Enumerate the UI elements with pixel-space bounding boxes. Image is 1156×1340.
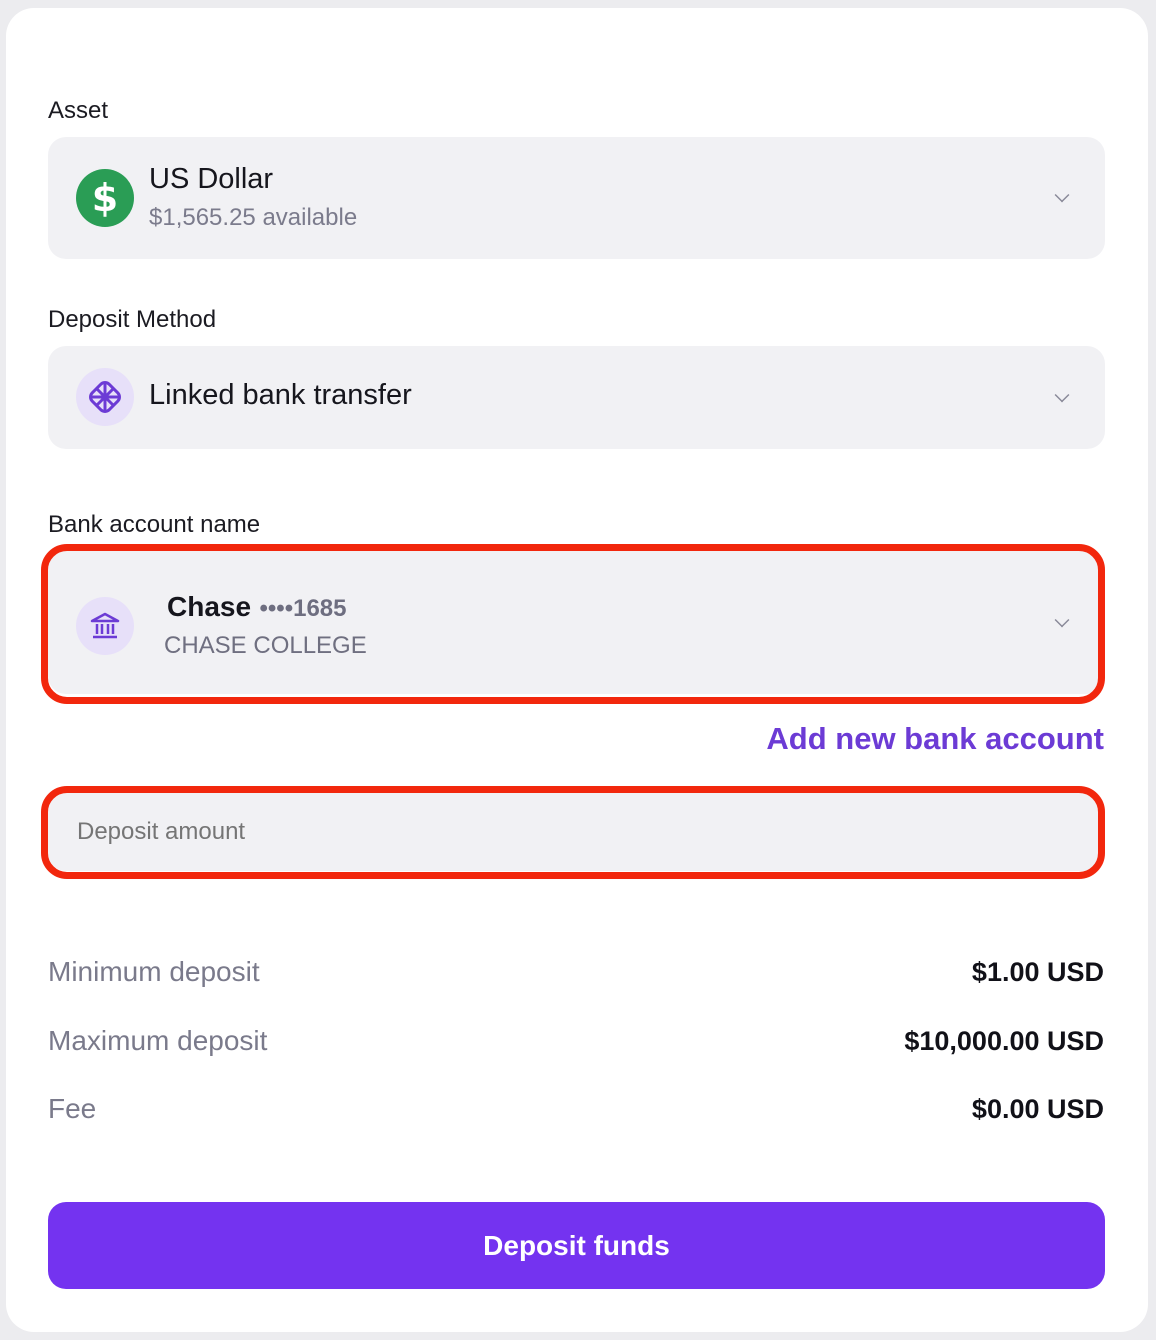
deposit-method-label: Deposit Method bbox=[48, 306, 217, 333]
chevron-down-icon bbox=[1054, 187, 1070, 203]
maximum-deposit-label: Maximum deposit bbox=[48, 1025, 268, 1056]
maximum-deposit-value: $10,000.00 USD bbox=[904, 1026, 1104, 1056]
asset-label: Asset bbox=[48, 97, 109, 124]
fee-label: Fee bbox=[48, 1093, 97, 1124]
chevron-down-icon bbox=[1054, 387, 1070, 402]
dollar-icon: $ bbox=[76, 169, 134, 227]
deposit-funds-button[interactable]: Deposit funds bbox=[48, 1202, 1105, 1289]
bank-account-select[interactable]: Chase ••••1685 CHASE COLLEGE bbox=[48, 551, 1105, 694]
asset-name: US Dollar bbox=[149, 163, 274, 195]
deposit-method-value: Linked bank transfer bbox=[149, 379, 412, 411]
deposit-method-select[interactable]: Linked bank transfer bbox=[48, 346, 1105, 449]
account-type: CHASE COLLEGE bbox=[164, 632, 367, 659]
masked-account-number: ••••1685 bbox=[259, 595, 347, 622]
fee-value: $0.00 USD bbox=[971, 1094, 1104, 1124]
asset-available: $1,565.25 available bbox=[149, 204, 358, 231]
chevron-down-icon bbox=[1054, 612, 1070, 627]
bank-account-label: Bank account name bbox=[48, 511, 261, 538]
plaid-icon bbox=[76, 368, 134, 426]
deposit-amount-input[interactable] bbox=[48, 793, 1105, 871]
asset-select[interactable]: $ US Dollar $1,565.25 available bbox=[48, 137, 1105, 259]
add-bank-account-link[interactable]: Add new bank account bbox=[766, 721, 1104, 757]
minimum-deposit-label: Minimum deposit bbox=[48, 956, 260, 987]
bank-icon bbox=[76, 597, 134, 655]
minimum-deposit-value: $1.00 USD bbox=[971, 957, 1104, 987]
bank-name: Chase bbox=[167, 591, 252, 622]
